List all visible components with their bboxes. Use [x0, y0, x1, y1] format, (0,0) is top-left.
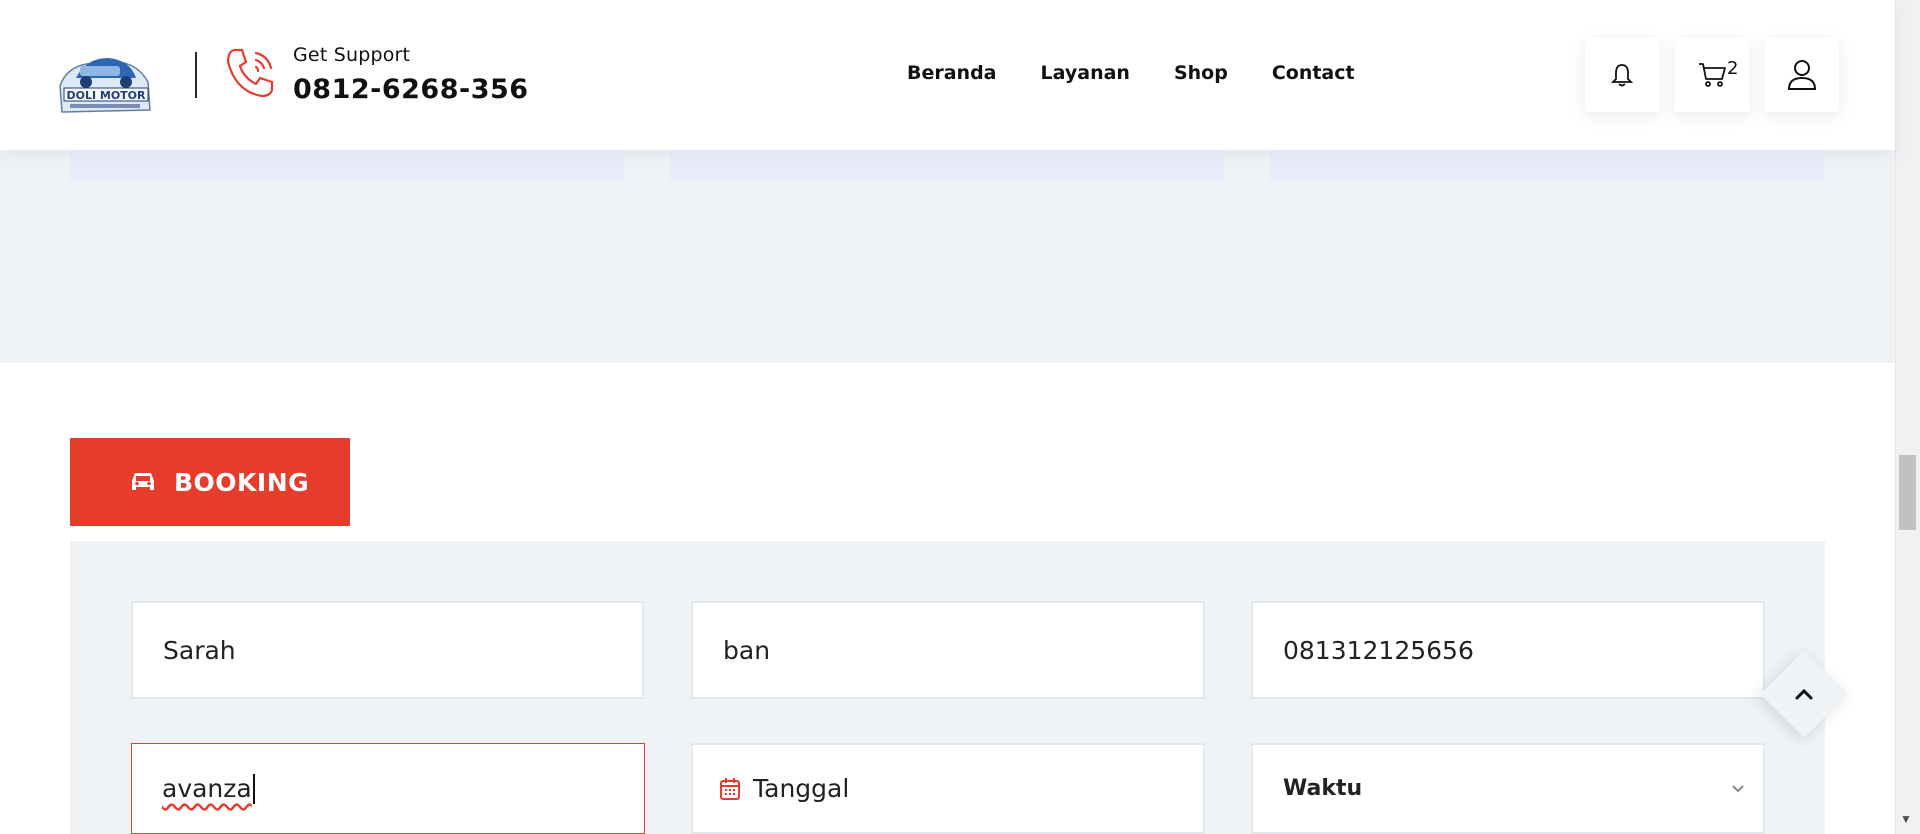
support-phone-number[interactable]: 0812-6268-356: [293, 74, 529, 105]
svg-text:DOLI MOTOR: DOLI MOTOR: [66, 89, 146, 102]
chevron-down-icon: [1732, 784, 1744, 792]
booking-tab-label: BOOKING: [174, 467, 310, 497]
phone-value: 081312125656: [1283, 635, 1474, 665]
page: DOLI MOTOR Get Support 0812-6268-356 Ber…: [0, 0, 1920, 834]
service-value: ban: [723, 635, 771, 665]
phone-field[interactable]: 081312125656: [1251, 601, 1765, 699]
nav-contact[interactable]: Contact: [1272, 62, 1355, 84]
site-header: DOLI MOTOR Get Support 0812-6268-356 Ber…: [0, 0, 1895, 150]
date-field[interactable]: Tanggal: [691, 743, 1205, 834]
bell-icon: [1610, 64, 1634, 87]
time-select[interactable]: Waktu: [1251, 743, 1765, 834]
scroll-down-arrow[interactable]: ▼: [1900, 812, 1912, 826]
nav-layanan[interactable]: Layanan: [1041, 62, 1130, 84]
nav-beranda[interactable]: Beranda: [907, 62, 997, 84]
calendar-icon: [719, 777, 741, 801]
scrollbar-thumb[interactable]: [1899, 455, 1916, 530]
notifications-button[interactable]: [1585, 38, 1659, 112]
booking-tab[interactable]: BOOKING: [70, 438, 350, 526]
service-field[interactable]: ban: [691, 601, 1205, 699]
cart-count-badge: 2: [1727, 58, 1739, 79]
cart-icon: [1699, 63, 1726, 87]
cart-button[interactable]: 2: [1675, 38, 1749, 112]
phone-icon: [222, 44, 280, 102]
car-model-field[interactable]: avanza: [131, 743, 645, 834]
chevron-up-icon: [1795, 688, 1813, 700]
name-value: Sarah: [163, 635, 236, 665]
text-caret: [252, 773, 255, 804]
support-label: Get Support: [293, 44, 411, 66]
account-button[interactable]: [1765, 38, 1839, 112]
user-icon: [1787, 60, 1817, 90]
site-logo[interactable]: DOLI MOTOR: [56, 48, 154, 118]
car-icon: [132, 473, 154, 490]
car-model-value: avanza: [162, 774, 252, 803]
main-nav: Beranda Layanan Shop Contact: [907, 62, 1355, 84]
header-divider: [195, 52, 197, 98]
page-scrollbar[interactable]: [1895, 0, 1920, 834]
name-field[interactable]: Sarah: [131, 601, 644, 699]
date-placeholder: Tanggal: [753, 774, 850, 803]
time-select-value: Waktu: [1283, 776, 1363, 801]
nav-shop[interactable]: Shop: [1174, 62, 1228, 84]
booking-form: Sarah ban 081312125656 avanza Tanggal Wa…: [70, 541, 1825, 834]
